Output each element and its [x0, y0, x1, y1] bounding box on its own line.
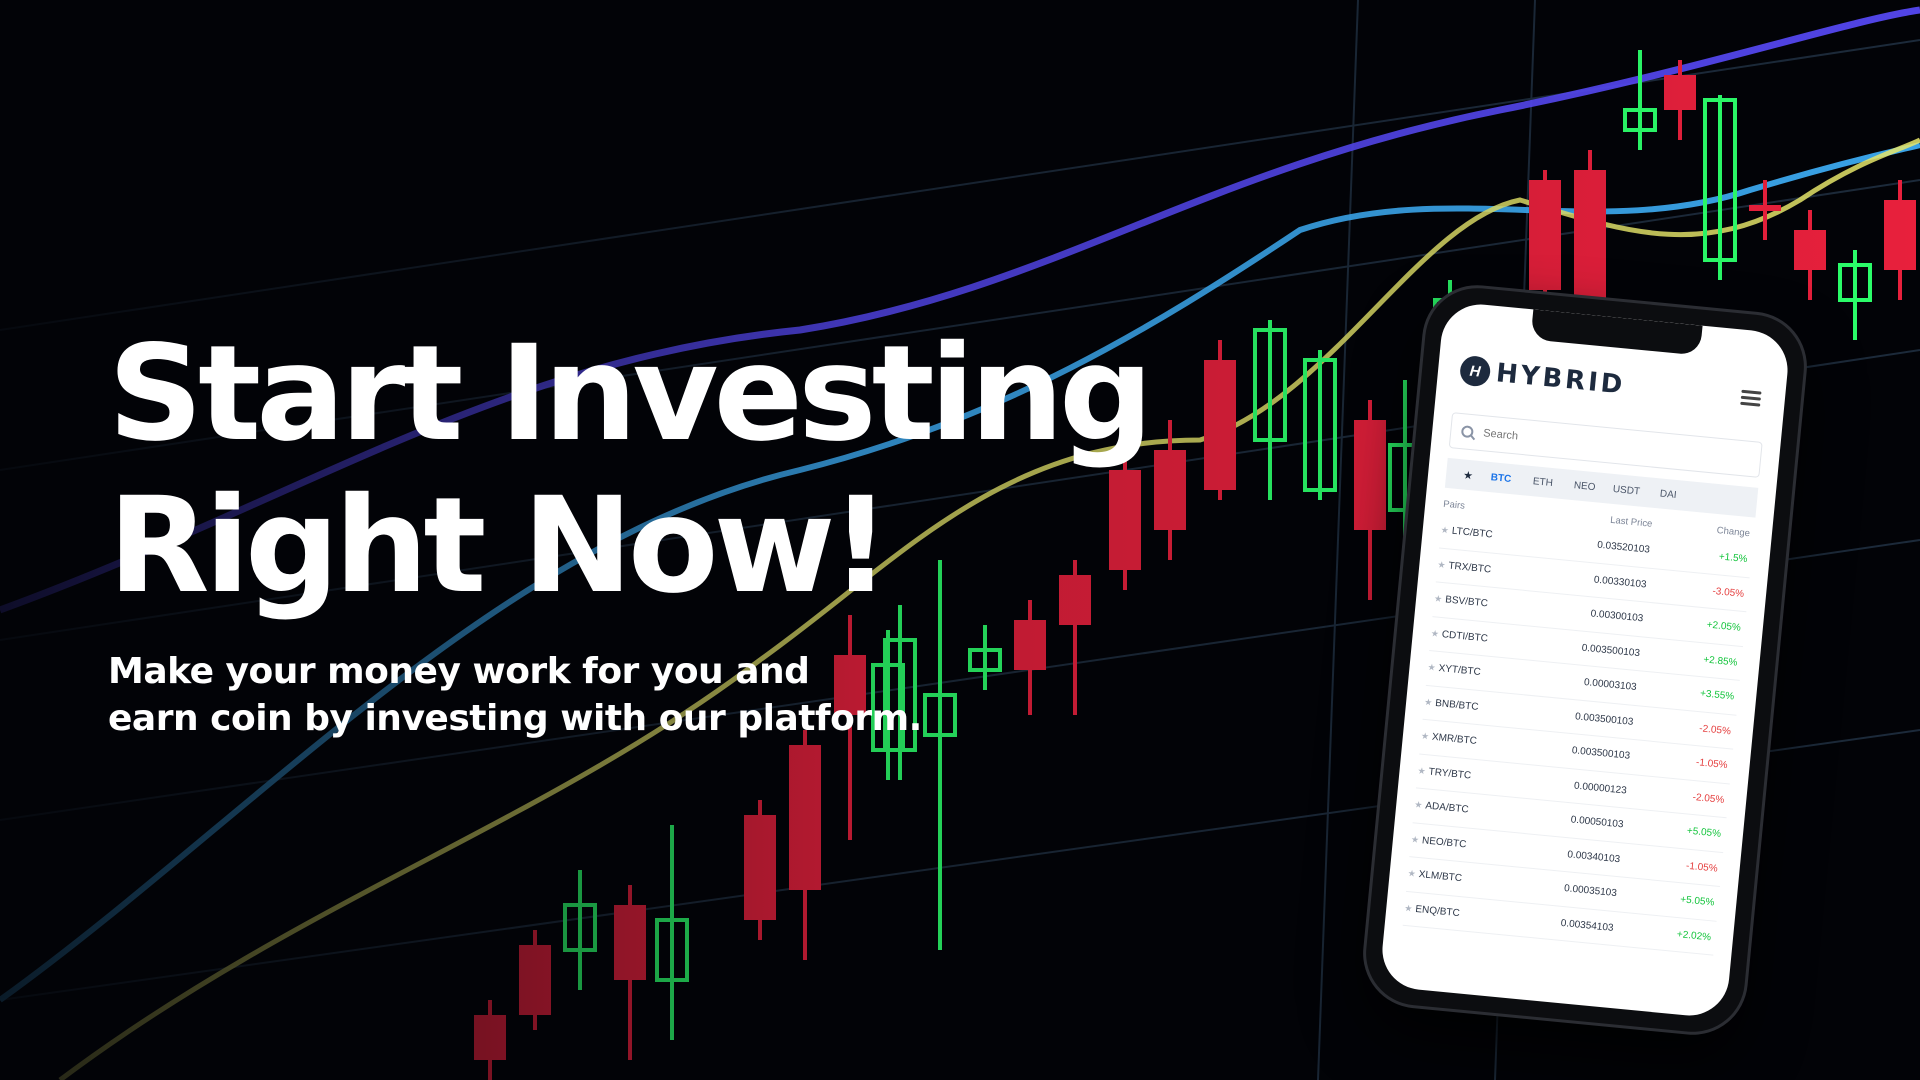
pair-cell: ★ ADA/BTC — [1414, 800, 1515, 821]
favorite-star-icon[interactable]: ★ — [1404, 903, 1413, 915]
change-value: +1.5% — [1718, 551, 1748, 566]
last-price: 0.00035103 — [1563, 883, 1618, 900]
pair-name: TRX/BTC — [1447, 560, 1492, 576]
hybrid-logo-icon: H — [1458, 354, 1492, 388]
tab-dai[interactable]: DAI — [1647, 487, 1690, 502]
last-price: 0.00000123 — [1573, 780, 1628, 797]
favorites-star-icon[interactable]: ★ — [1456, 467, 1481, 482]
headline-line-2: Right Now! — [108, 469, 891, 623]
pair-cell: ★ TRY/BTC — [1417, 765, 1518, 786]
change-value: +3.55% — [1699, 688, 1735, 703]
search-input[interactable] — [1480, 426, 1725, 464]
hamburger-menu-icon[interactable] — [1740, 389, 1762, 407]
change-value: -2.05% — [1692, 791, 1725, 806]
favorite-star-icon[interactable]: ★ — [1420, 731, 1429, 743]
change-value: +5.05% — [1679, 894, 1715, 909]
pair-name: XLM/BTC — [1418, 869, 1463, 885]
last-price: 0.00050103 — [1570, 814, 1624, 831]
subtitle-line-1: Make your money work for you and — [108, 651, 810, 692]
favorite-star-icon[interactable]: ★ — [1424, 697, 1433, 709]
pair-cell: ★ BSV/BTC — [1434, 594, 1535, 615]
tab-neo[interactable]: NEO — [1563, 479, 1606, 494]
favorite-star-icon[interactable]: ★ — [1417, 765, 1426, 777]
market-table: ★ LTC/BTC 0.03520103 +1.5% ★ TRX/BTC 0.0033010… — [1385, 512, 1771, 957]
last-price: 0.00330103 — [1593, 574, 1648, 591]
pair-name: CDTI/BTC — [1441, 628, 1489, 645]
last-price: 0.03520103 — [1596, 539, 1651, 556]
favorite-star-icon[interactable]: ★ — [1427, 662, 1436, 674]
pair-cell: ★ TRX/BTC — [1437, 559, 1538, 580]
pair-cell: ★ XMR/BTC — [1420, 731, 1521, 752]
favorite-star-icon[interactable]: ★ — [1430, 628, 1439, 640]
pair-cell: ★ XYT/BTC — [1427, 662, 1528, 683]
last-price: 0.003500103 — [1574, 711, 1634, 728]
pair-cell: ★ XLM/BTC — [1407, 868, 1508, 889]
hero-subtitle: Make your money work for you and earn co… — [108, 648, 1148, 742]
search-icon — [1460, 425, 1474, 439]
last-price: 0.00354103 — [1560, 917, 1614, 934]
tab-btc[interactable]: BTC — [1480, 471, 1523, 486]
pair-name: BSV/BTC — [1444, 594, 1489, 610]
change-value: -2.05% — [1698, 723, 1732, 738]
favorite-star-icon[interactable]: ★ — [1434, 594, 1443, 606]
last-price: 0.003500103 — [1581, 642, 1641, 659]
headline-line-1: Start Investing — [108, 317, 1153, 471]
pair-cell: ★ LTC/BTC — [1440, 525, 1541, 546]
brand-name: HYBRID — [1494, 358, 1627, 401]
tab-eth[interactable]: ETH — [1521, 475, 1564, 490]
pair-cell: ★ CDTI/BTC — [1430, 628, 1531, 649]
change-value: -1.05% — [1695, 757, 1729, 772]
tab-usdt[interactable]: USDT — [1605, 483, 1648, 498]
favorite-star-icon[interactable]: ★ — [1437, 559, 1446, 571]
pair-name: NEO/BTC — [1421, 834, 1467, 851]
pair-cell: ★ BNB/BTC — [1424, 697, 1525, 718]
hero-headline: Start Investing Right Now! — [108, 317, 1153, 623]
favorite-star-icon[interactable]: ★ — [1414, 800, 1423, 812]
pair-cell: ★ NEO/BTC — [1410, 834, 1511, 855]
change-value: -1.05% — [1685, 860, 1719, 875]
pair-name: ADA/BTC — [1424, 800, 1470, 816]
change-value: +2.05% — [1706, 619, 1742, 635]
favorite-star-icon[interactable]: ★ — [1440, 525, 1449, 537]
change-value: +5.05% — [1686, 825, 1722, 841]
change-value: -3.05% — [1711, 585, 1745, 600]
phone-mockup: H HYBRID ★ BTC ETH NEO USDT DAI Pair — [1361, 283, 1809, 1037]
subtitle-line-2: earn coin by investing with our platform… — [108, 698, 922, 739]
last-price: 0.00300103 — [1590, 608, 1644, 625]
pair-name: XMR/BTC — [1431, 731, 1478, 748]
last-price: 0.003500103 — [1571, 745, 1631, 762]
pair-cell: ★ ENQ/BTC — [1404, 903, 1505, 924]
last-price: 0.00003103 — [1583, 677, 1638, 694]
last-price: 0.00340103 — [1566, 848, 1621, 866]
favorite-star-icon[interactable]: ★ — [1410, 834, 1420, 846]
change-value: +2.02% — [1676, 928, 1712, 944]
pair-name: BNB/BTC — [1434, 697, 1479, 713]
pair-name: TRY/BTC — [1428, 766, 1472, 782]
pair-name: XYT/BTC — [1438, 663, 1482, 679]
phone-screen: H HYBRID ★ BTC ETH NEO USDT DAI Pair — [1378, 300, 1792, 1020]
pair-name: ENQ/BTC — [1414, 903, 1461, 919]
pair-name: LTC/BTC — [1451, 525, 1494, 541]
favorite-star-icon[interactable]: ★ — [1407, 868, 1416, 880]
phone-frame: H HYBRID ★ BTC ETH NEO USDT DAI Pair — [1361, 283, 1809, 1037]
change-value: +2.85% — [1702, 654, 1738, 669]
hero-section: Start Investing Right Now! Make your mon… — [108, 317, 1153, 742]
brand-logo[interactable]: H HYBRID — [1458, 354, 1627, 401]
